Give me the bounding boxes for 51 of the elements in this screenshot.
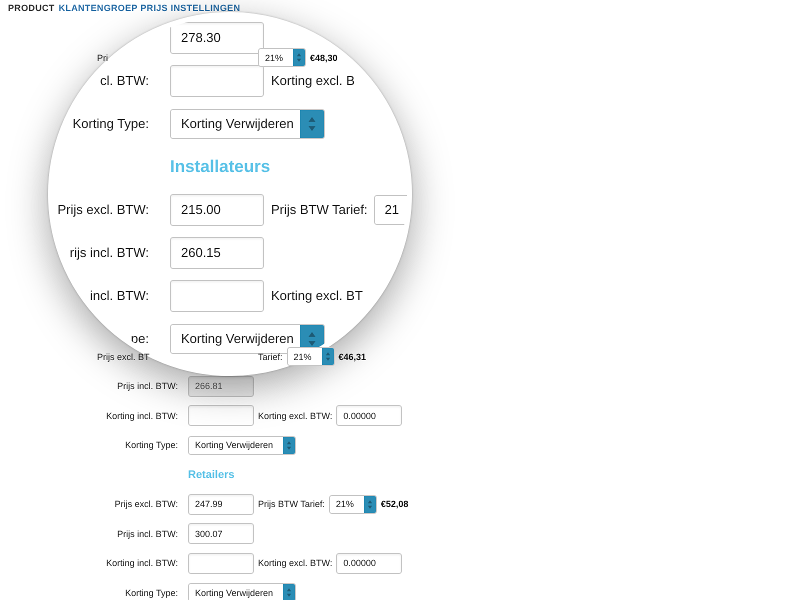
vat-amount: €46,31 [338, 352, 366, 362]
field-label: Korting Type: [125, 440, 179, 450]
select-dropdown[interactable]: 21 [374, 194, 407, 224]
text-input[interactable]: 247.99 [188, 494, 254, 515]
field-label: Korting excl. B [271, 73, 355, 88]
field-label: rijs incl. BTW: [70, 245, 150, 260]
text-input[interactable]: 0.00000 [336, 405, 402, 426]
text-input[interactable]: 215.00 [170, 194, 264, 226]
field-label: Korting Type: [72, 116, 150, 131]
up-down-arrows-icon [293, 49, 305, 66]
field-label: Prijs BTW Tarief: [271, 202, 368, 217]
select-dropdown[interactable]: Korting Verwijderen [170, 324, 325, 354]
text-input[interactable]: 0.00000 [336, 552, 402, 574]
select-dropdown[interactable]: 21% [258, 48, 306, 68]
up-down-arrows-icon [300, 110, 324, 138]
vat-amount: €52,08 [380, 499, 408, 510]
field-label: Pri [96, 52, 108, 63]
page-title: PRODUCT KLANTENGROEP PRIJS INSTELLINGEN [7, 2, 242, 15]
field-label: Prijs excl. BTW: [58, 202, 150, 217]
select-dropdown[interactable]: Korting Verwijderen [188, 436, 296, 455]
section-heading: Retailers [188, 468, 236, 481]
field-label: Korting Type: [125, 588, 179, 598]
field-label: Korting excl. BTW: [258, 558, 332, 568]
text-input[interactable]: 278.30 [170, 22, 264, 54]
field-label: Prijs excl. BTW: [114, 499, 179, 510]
field-label: cl. BTW: [100, 73, 150, 88]
field-label: Korting incl. BTW: [106, 410, 179, 421]
text-input[interactable] [188, 405, 254, 426]
select-dropdown[interactable]: Korting Verwijderen [170, 108, 325, 138]
up-down-arrows-icon [283, 584, 295, 600]
select-dropdown[interactable]: 21% [328, 494, 377, 514]
field-label: Prijs excl. BT [96, 352, 150, 362]
field-label: Prijs incl. BTW: [117, 528, 179, 539]
field-label: Korting excl. BT [271, 288, 363, 303]
up-down-arrows-icon [364, 496, 376, 513]
text-input[interactable] [170, 64, 264, 96]
text-input[interactable] [188, 552, 254, 574]
field-label: Prijs incl. BTW: [117, 381, 179, 392]
text-input[interactable]: 300.07 [188, 523, 254, 544]
up-down-arrows-icon [283, 436, 295, 454]
field-label: Tarief: [258, 352, 283, 362]
select-dropdown[interactable]: 21% [286, 347, 335, 366]
select-dropdown[interactable]: Korting Verwijderen [188, 583, 296, 600]
field-label: Korting excl. BTW: [258, 410, 332, 421]
field-label: incl. BTW: [90, 288, 150, 303]
field-label: Korting incl. BTW: [106, 558, 179, 568]
vat-amount: €48,30 [310, 52, 338, 63]
section-heading: Installateurs [170, 156, 272, 176]
text-input[interactable] [170, 280, 264, 312]
field-label: Prijs BTW Tarief: [258, 499, 325, 510]
text-input[interactable]: 260.15 [170, 236, 264, 268]
